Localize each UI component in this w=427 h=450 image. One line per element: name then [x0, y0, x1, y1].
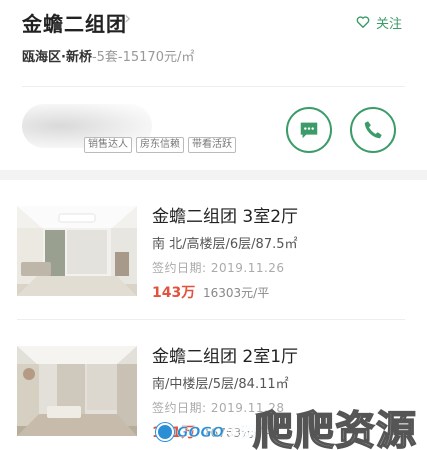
chat-bubble-icon: [300, 122, 318, 139]
district-label: 瓯海区·新桥: [22, 50, 92, 65]
agent-tag: 销售达人: [84, 137, 132, 153]
agent-card[interactable]: 销售达人 房东信赖 带看活跃: [22, 100, 262, 160]
listing-spec: 南 北/高楼层/6层/87.5㎡: [152, 237, 298, 252]
agent-tag: 带看活跃: [188, 137, 236, 153]
divider: [22, 86, 405, 87]
listing-price: 141万: [152, 425, 196, 441]
listing-item[interactable]: 金蟾二组团 3室2厅 南 北/高楼层/6层/87.5㎡ 签约日期: 2019.1…: [0, 196, 427, 326]
message-button[interactable]: [286, 107, 332, 153]
listing-unit-price: 16303元/平: [203, 286, 270, 300]
listing-date: 签约日期: 2019.11.28: [152, 401, 285, 415]
divider: [17, 319, 405, 320]
agent-tags: 销售达人 房东信赖 带看活跃: [84, 137, 236, 153]
community-subinfo: 瓯海区·新桥-5套-15170元/㎡: [22, 46, 194, 65]
section-separator: [0, 170, 427, 180]
follow-label: 关注: [376, 16, 403, 32]
community-stats: -5套-15170元/㎡: [91, 50, 195, 65]
listing-item[interactable]: 金蟾二组团 2室1厅 南/中楼层/5层/84.11㎡ 签约日期: 2019.11…: [0, 336, 427, 450]
listing-unit-price: 16763元/平: [203, 426, 270, 440]
listing-title: 金蟾二组团 2室1厅: [152, 347, 299, 367]
community-title[interactable]: 金蟾二组团: [22, 8, 127, 37]
phone-icon: [364, 121, 382, 139]
listing-title: 金蟾二组团 3室2厅: [152, 207, 299, 227]
listing-thumbnail: [17, 206, 137, 296]
call-button[interactable]: [350, 107, 396, 153]
listing-date: 签约日期: 2019.11.26: [152, 261, 285, 275]
community-header: 金蟾二组团 › 关注 瓯海区·新桥-5套-15170元/㎡ 销售达人 房东信赖 …: [0, 0, 427, 170]
listing-thumbnail: [17, 346, 137, 436]
agent-tag: 房东信赖: [136, 137, 184, 153]
listing-spec: 南/中楼层/5层/84.11㎡: [152, 377, 289, 392]
follow-button[interactable]: 关注: [356, 12, 402, 32]
heart-icon: [356, 16, 370, 28]
listing-price: 143万: [152, 285, 196, 301]
chevron-right-icon[interactable]: ›: [124, 8, 131, 29]
